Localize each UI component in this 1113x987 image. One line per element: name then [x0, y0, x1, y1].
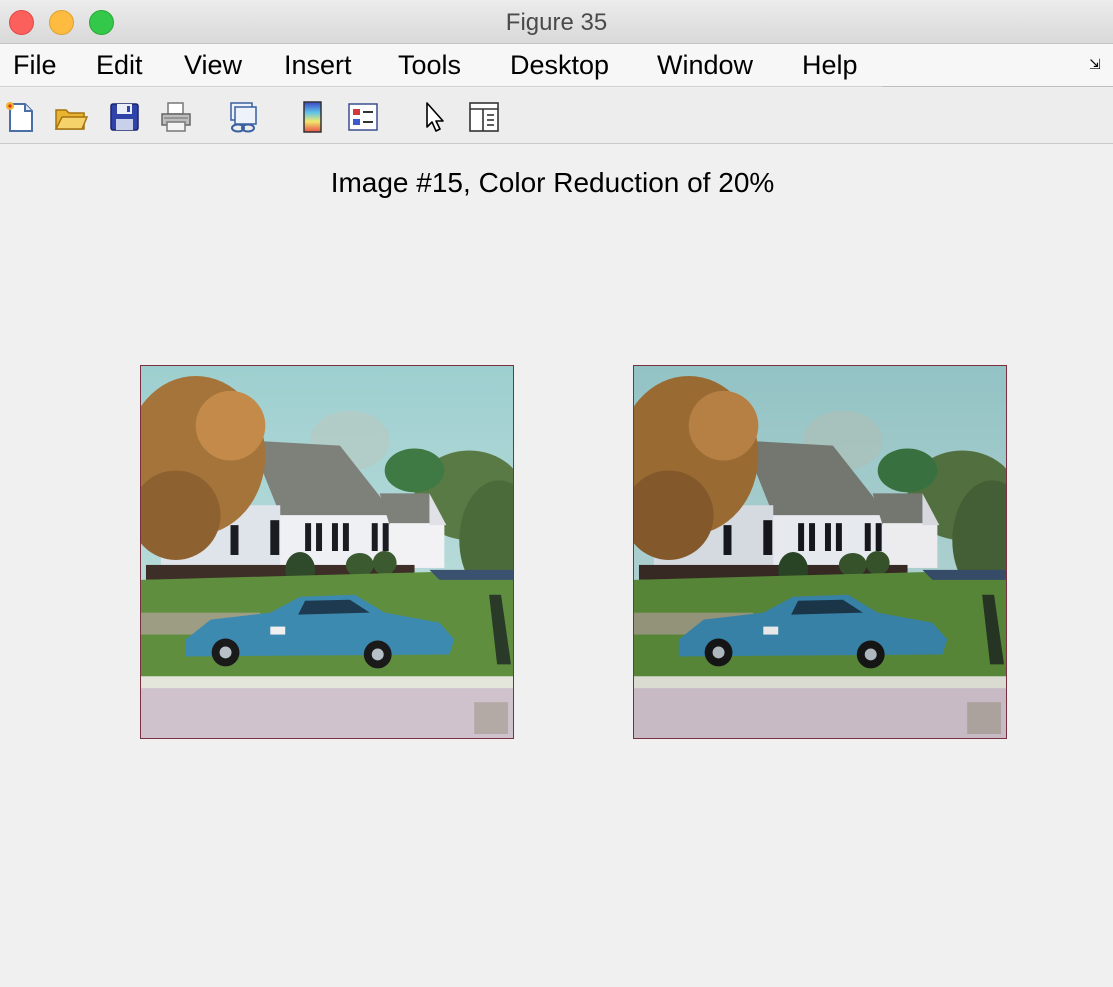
menu-file[interactable]: File — [13, 50, 57, 81]
window-title: Figure 35 — [505, 9, 608, 36]
legend-icon[interactable] — [346, 100, 380, 134]
original-image[interactable] — [140, 365, 514, 739]
figure-canvas[interactable]: Image #15, Color Reduction of 20% — [0, 145, 1113, 987]
link-plot-icon[interactable] — [226, 100, 260, 134]
figure-title: Image #15, Color Reduction of 20% — [330, 167, 775, 198]
colorbar-icon[interactable] — [296, 100, 330, 134]
menu-insert[interactable]: Insert — [284, 50, 352, 81]
figure-toolbar — [0, 88, 1113, 144]
menu-view[interactable]: View — [184, 50, 242, 81]
menu-tools[interactable]: Tools — [398, 50, 461, 81]
title-bar[interactable]: Figure 35 — [0, 0, 1113, 44]
menu-bar: File Edit View Insert Tools Desktop Wind… — [0, 44, 1113, 87]
menu-desktop[interactable]: Desktop — [510, 50, 609, 81]
menu-window[interactable]: Window — [657, 50, 753, 81]
figure-window: Figure 35 File Edit View Insert Tools De… — [0, 0, 1113, 987]
menu-edit[interactable]: Edit — [96, 50, 143, 81]
property-editor-icon[interactable] — [467, 100, 501, 134]
new-figure-icon[interactable] — [3, 100, 37, 134]
open-file-icon[interactable] — [54, 100, 88, 134]
select-pointer-icon[interactable] — [418, 100, 452, 134]
color-reduced-image[interactable] — [633, 365, 1007, 739]
print-icon[interactable] — [159, 100, 193, 134]
dock-figure-icon[interactable]: ⇲ — [1089, 56, 1105, 72]
menu-help[interactable]: Help — [802, 50, 858, 81]
save-icon[interactable] — [108, 100, 142, 134]
